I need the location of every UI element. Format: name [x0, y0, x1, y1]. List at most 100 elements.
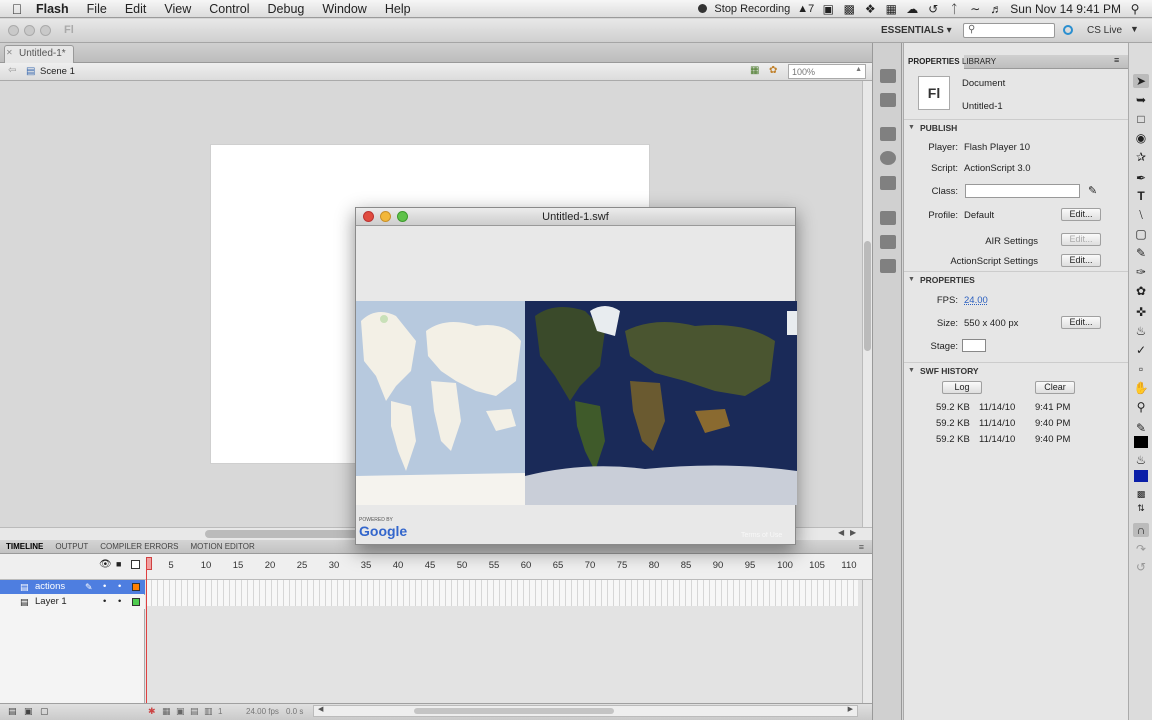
pen-tool-icon[interactable]: ✒: [1133, 171, 1149, 185]
menu-file[interactable]: File: [78, 2, 116, 16]
selection-tool-icon[interactable]: ➤: [1133, 74, 1149, 88]
edit-multiple-icon[interactable]: ▤: [190, 706, 199, 717]
layer-name[interactable]: Layer 1: [35, 595, 67, 609]
workspace-switcher[interactable]: ESSENTIALS ▾: [881, 25, 952, 36]
panel-menu-icon[interactable]: ≡: [1114, 55, 1119, 65]
satellite-map-view[interactable]: [525, 301, 797, 505]
tab-output[interactable]: OUTPUT: [49, 542, 94, 551]
brush-tool-icon[interactable]: ✑: [1133, 265, 1149, 279]
stop-recording-icon[interactable]: [698, 4, 708, 13]
scroll-right-icon[interactable]: ▶: [850, 528, 856, 537]
edit-symbols-icon[interactable]: ✿: [769, 65, 777, 76]
apple-menu-icon[interactable]: : [0, 1, 34, 17]
eyedropper-tool-icon[interactable]: ✓: [1133, 343, 1149, 357]
actionscript-settings-edit-button[interactable]: Edit...: [1061, 254, 1101, 267]
code-snippets-icon[interactable]: [880, 211, 896, 225]
fill-color-icon[interactable]: ♨: [1133, 453, 1149, 467]
info-panel-icon[interactable]: [880, 151, 896, 165]
minimize-window-icon[interactable]: [24, 25, 35, 36]
timeline-vscroll[interactable]: [862, 580, 872, 703]
menu-window[interactable]: Window: [313, 2, 375, 16]
swf-preview-window[interactable]: Untitled-1.swf POWERED BY Google Terms o: [355, 207, 797, 545]
paint-bucket-tool-icon[interactable]: ♨: [1133, 324, 1149, 338]
menu-debug[interactable]: Debug: [259, 2, 314, 16]
fill-color-swatch[interactable]: [1134, 470, 1148, 482]
player-value[interactable]: Flash Player 10: [964, 142, 1030, 153]
zoom-field[interactable]: 100% ▲: [788, 64, 866, 79]
default-colors-icon[interactable]: ▩: [1133, 487, 1149, 501]
lasso-tool-icon[interactable]: ✰: [1133, 150, 1149, 164]
straighten-icon[interactable]: ↺: [1133, 560, 1149, 574]
swf-history-section-header[interactable]: SWF HISTORY: [904, 362, 1129, 379]
grid-icon[interactable]: ▦: [884, 2, 898, 16]
stage-color-swatch[interactable]: [962, 339, 986, 352]
deco-tool-icon[interactable]: ✿: [1133, 284, 1149, 298]
menu-view[interactable]: View: [155, 2, 200, 16]
vertical-scrollbar[interactable]: [862, 81, 872, 527]
tab-close-icon[interactable]: ✕: [6, 48, 13, 57]
lock-dot[interactable]: •: [118, 595, 121, 609]
snap-to-objects-icon[interactable]: ∩: [1133, 523, 1149, 537]
layer-row-layer-1[interactable]: ▤ Layer 1 • •: [0, 595, 145, 609]
line-tool-icon[interactable]: ⧵: [1133, 208, 1149, 222]
rectangle-tool-icon[interactable]: ▢: [1133, 227, 1149, 241]
tab-library[interactable]: LIBRARY: [962, 57, 996, 66]
volume-icon[interactable]: ♬: [989, 2, 1003, 16]
log-button[interactable]: Log: [942, 381, 982, 394]
air-settings-edit-button[interactable]: Edit...: [1061, 233, 1101, 246]
lock-dot[interactable]: •: [118, 580, 121, 594]
transform-panel-icon[interactable]: [880, 176, 896, 190]
publish-section-header[interactable]: PUBLISH: [904, 119, 1129, 136]
size-edit-button[interactable]: Edit...: [1061, 316, 1101, 329]
bone-tool-icon[interactable]: ✜: [1133, 305, 1149, 319]
stroke-color-swatch[interactable]: [1134, 436, 1148, 448]
stroke-color-icon[interactable]: ✎: [1133, 421, 1149, 435]
pencil-icon[interactable]: ✎: [85, 580, 93, 594]
onion-skin-icon[interactable]: ▦: [162, 706, 171, 717]
new-layer-icon[interactable]: ▤: [8, 706, 17, 717]
cs-live-menu[interactable]: CS Live: [1087, 25, 1122, 36]
pencil-icon[interactable]: ✎: [1088, 184, 1097, 197]
scene-breadcrumb[interactable]: Scene 1: [40, 66, 75, 77]
lock-icon[interactable]: ■: [116, 559, 121, 569]
pencil-tool-icon[interactable]: ✎: [1133, 246, 1149, 260]
clear-button[interactable]: Clear: [1035, 381, 1075, 394]
adobe-updater-icon[interactable]: ▲7: [797, 3, 814, 15]
delete-layer-icon[interactable]: ▢: [40, 706, 49, 717]
google-logo[interactable]: Google: [359, 523, 407, 539]
components-icon[interactable]: [880, 235, 896, 249]
panel-menu-icon[interactable]: ≡: [859, 542, 872, 552]
layer-color-swatch[interactable]: [132, 598, 140, 606]
wifi-icon[interactable]: ∼: [968, 2, 982, 16]
timeline-scroll-thumb[interactable]: [414, 708, 614, 714]
swf-titlebar[interactable]: Untitled-1.swf: [356, 208, 795, 226]
hand-tool-icon[interactable]: ✋: [1133, 381, 1149, 395]
align-panel-icon[interactable]: [880, 127, 896, 141]
vertical-scroll-thumb[interactable]: [864, 241, 871, 351]
tab-properties[interactable]: PROPERTIES: [904, 55, 964, 69]
subselection-tool-icon[interactable]: ➥: [1133, 93, 1149, 107]
slash-icon[interactable]: ▣: [821, 2, 835, 16]
tab-motion-editor[interactable]: MOTION EDITOR: [184, 542, 260, 551]
center-frame-icon[interactable]: ✱: [148, 706, 156, 717]
layer-color-swatch[interactable]: [132, 583, 140, 591]
new-folder-icon[interactable]: ▣: [24, 706, 33, 717]
zoom-tool-icon[interactable]: ⚲: [1133, 400, 1149, 414]
menu-control[interactable]: Control: [200, 2, 258, 16]
free-transform-tool-icon[interactable]: □: [1133, 112, 1149, 126]
swf-zoom-icon[interactable]: [397, 211, 408, 222]
edit-scene-icon[interactable]: ▦: [750, 65, 759, 76]
text-tool-icon[interactable]: T: [1133, 189, 1149, 203]
swf-minimize-icon[interactable]: [380, 211, 391, 222]
scroll-left-icon[interactable]: ◀: [318, 705, 323, 713]
tab-timeline[interactable]: TIMELINE: [0, 542, 49, 551]
scroll-left-icon[interactable]: ◀: [838, 528, 844, 537]
zoom-stepper-icon[interactable]: ▲: [855, 66, 862, 73]
class-field[interactable]: [965, 184, 1080, 198]
eye-icon[interactable]: 👁: [99, 559, 112, 570]
bluetooth-icon[interactable]: ᛏ: [947, 2, 961, 16]
puzzle-icon[interactable]: ❖: [863, 2, 877, 16]
menu-help[interactable]: Help: [376, 2, 420, 16]
color-panel-icon[interactable]: [880, 69, 896, 83]
terms-of-use-link[interactable]: Terms of Use: [741, 532, 782, 539]
